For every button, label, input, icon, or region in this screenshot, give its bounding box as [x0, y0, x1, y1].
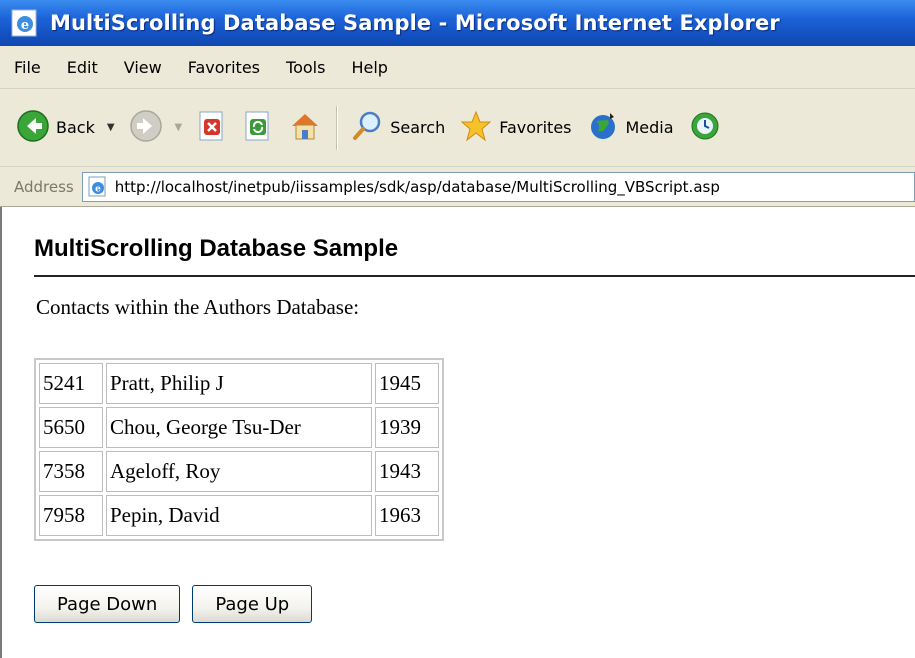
intro-text: Contacts within the Authors Database:: [36, 295, 360, 319]
page-content: MultiScrolling Database Sample Contacts …: [0, 207, 915, 658]
forward-arrow-icon: [129, 109, 163, 147]
history-button[interactable]: [688, 109, 722, 147]
back-arrow-icon: [16, 109, 50, 147]
address-label: Address: [14, 177, 74, 196]
menu-file[interactable]: File: [14, 58, 41, 77]
favorites-label: Favorites: [499, 118, 572, 137]
menu-help[interactable]: Help: [351, 58, 387, 77]
stop-icon: [196, 110, 228, 146]
refresh-button[interactable]: [242, 110, 274, 146]
page-icon: e: [87, 176, 109, 198]
toolbar: Back ▼ ▼ Search Favorites Media: [0, 89, 915, 167]
contact-id: 5650: [39, 407, 103, 448]
menu-bar: File Edit View Favorites Tools Help: [0, 46, 915, 89]
menu-tools[interactable]: Tools: [286, 58, 325, 77]
contact-year: 1943: [375, 451, 439, 492]
address-url: http://localhost/inetpub/iissamples/sdk/…: [114, 177, 720, 196]
page-down-button[interactable]: Page Down: [34, 585, 181, 623]
search-magnifier-icon: [350, 109, 384, 147]
contact-id: 7358: [39, 451, 103, 492]
window-title: MultiScrolling Database Sample - Microso…: [50, 11, 780, 35]
menu-favorites[interactable]: Favorites: [188, 58, 260, 77]
address-input[interactable]: e http://localhost/inetpub/iissamples/sd…: [81, 171, 915, 202]
toolbar-separator: [336, 105, 339, 150]
contacts-table: 5241 Pratt, Philip J 1945 5650 Chou, Geo…: [34, 358, 444, 541]
horizontal-rule: [34, 275, 915, 277]
home-button[interactable]: [288, 109, 322, 147]
media-globe-icon: [586, 109, 620, 147]
menu-view[interactable]: View: [124, 58, 162, 77]
stop-button[interactable]: [196, 110, 228, 146]
ie-logo-icon: e: [10, 8, 40, 38]
contact-id: 7958: [39, 495, 103, 536]
contact-name: Pepin, David: [106, 495, 372, 536]
paging-buttons: Page Down Page Up: [34, 585, 324, 623]
contact-year: 1963: [375, 495, 439, 536]
svg-text:e: e: [95, 184, 101, 194]
search-label: Search: [390, 118, 446, 137]
contact-name: Ageloff, Roy: [106, 451, 372, 492]
contact-year: 1939: [375, 407, 439, 448]
table-row: 7958 Pepin, David 1963: [39, 495, 439, 536]
contact-id: 5241: [39, 363, 103, 404]
menu-edit[interactable]: Edit: [67, 58, 98, 77]
history-icon: [688, 109, 722, 147]
media-button[interactable]: Media: [586, 109, 674, 147]
media-label: Media: [625, 118, 674, 137]
table-row: 5241 Pratt, Philip J 1945: [39, 363, 439, 404]
contact-name: Chou, George Tsu-Der: [106, 407, 372, 448]
back-button[interactable]: Back ▼: [16, 109, 115, 147]
page-heading: MultiScrolling Database Sample: [34, 235, 399, 262]
table-row: 5650 Chou, George Tsu-Der 1939: [39, 407, 439, 448]
forward-dropdown-arrow-icon[interactable]: ▼: [175, 122, 183, 133]
contact-name: Pratt, Philip J: [106, 363, 372, 404]
home-icon: [288, 109, 322, 147]
address-bar: Address e http://localhost/inetpub/iissa…: [0, 167, 915, 207]
contact-year: 1945: [375, 363, 439, 404]
table-row: 7358 Ageloff, Roy 1943: [39, 451, 439, 492]
refresh-icon: [242, 110, 274, 146]
page-up-button[interactable]: Page Up: [192, 585, 313, 623]
favorites-star-icon: [459, 109, 493, 147]
back-dropdown-arrow-icon[interactable]: ▼: [107, 122, 115, 133]
favorites-button[interactable]: Favorites: [459, 109, 572, 147]
title-bar: e MultiScrolling Database Sample - Micro…: [0, 0, 915, 46]
search-button[interactable]: Search: [350, 109, 445, 147]
svg-text:e: e: [21, 18, 29, 33]
forward-button[interactable]: ▼: [129, 109, 183, 147]
back-label: Back: [56, 118, 95, 137]
